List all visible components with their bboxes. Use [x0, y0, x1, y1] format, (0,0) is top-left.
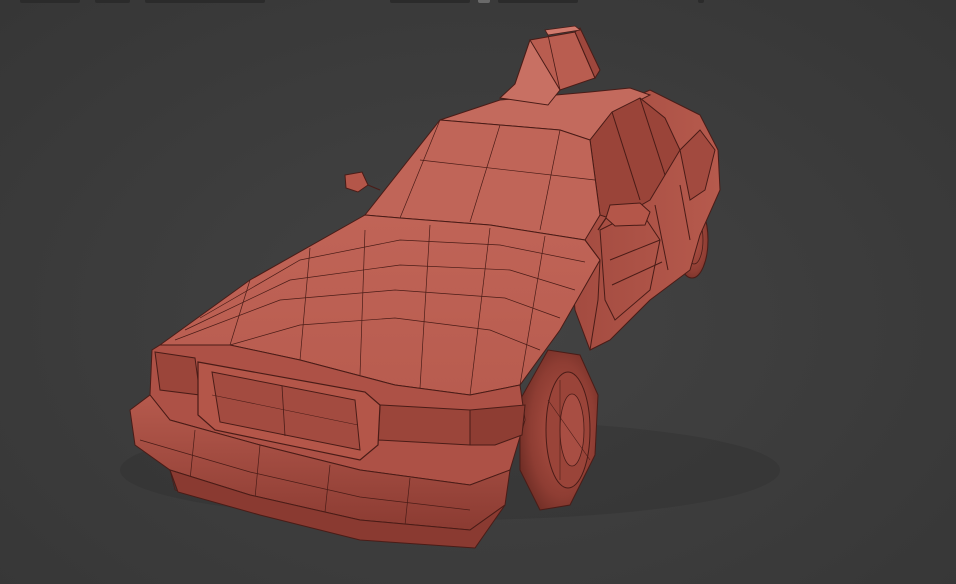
3d-viewport[interactable]: [0, 0, 956, 584]
side-mirror-left: [344, 171, 381, 193]
taxi-car-model[interactable]: [0, 0, 956, 584]
headlight-left: [154, 351, 201, 396]
